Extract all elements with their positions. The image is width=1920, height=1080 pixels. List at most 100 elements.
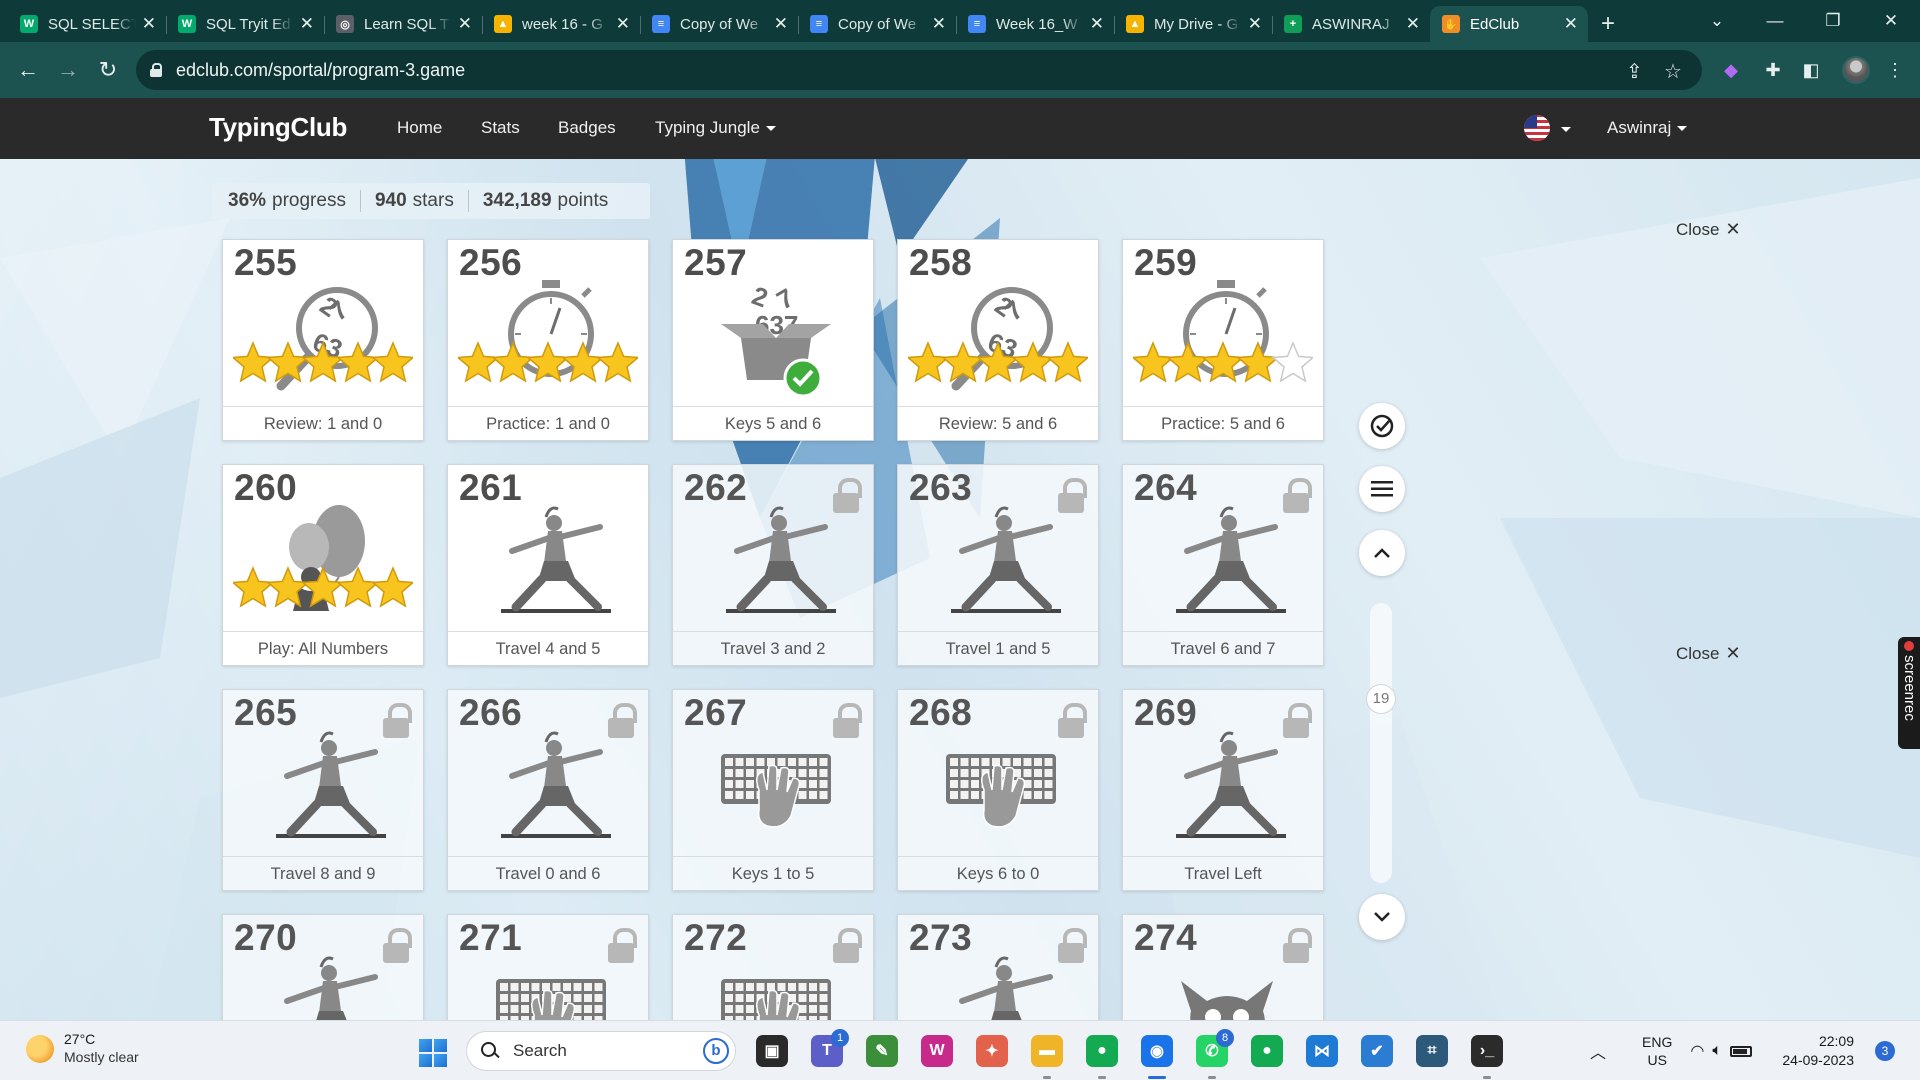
close-tab-icon[interactable]: ✕ [1564, 14, 1578, 34]
menu-button[interactable] [1359, 466, 1405, 512]
language-selector[interactable] [1523, 114, 1571, 147]
mysql-workbench-icon[interactable]: ⌗ [1416, 1035, 1448, 1067]
completed-filter-button[interactable] [1359, 403, 1405, 449]
vscode-icon[interactable]: ⋈ [1306, 1035, 1338, 1067]
lesson-card[interactable]: 263 Travel 1 and 5 [897, 464, 1099, 666]
wifi-icon[interactable]: ◠ [1690, 1041, 1704, 1061]
close-tab-icon[interactable]: ✕ [1406, 14, 1420, 34]
lesson-card[interactable]: 258 2 7 63 Review: 5 and 6 [897, 239, 1099, 441]
lesson-card[interactable]: 259 Practice: 5 and 6 [1122, 239, 1324, 441]
lesson-card[interactable]: 266 Travel 0 and 6 [447, 689, 649, 891]
lesson-card[interactable]: 257 2 7 637 Keys 5 and 6 [672, 239, 874, 441]
terminal-icon[interactable]: ›_ [1471, 1035, 1503, 1067]
browser-tab[interactable]: ≡ Copy of We ✕ [640, 6, 798, 42]
address-bar[interactable]: edclub.com/sportal/program-3.game ⇪ ☆ [136, 50, 1702, 90]
language-indicator[interactable]: ENG US [1642, 1033, 1672, 1069]
browser-tab[interactable]: ◎ Learn SQL T ✕ [324, 6, 482, 42]
windows-start-icon[interactable] [419, 1039, 447, 1067]
close-button[interactable]: Close ✕ [1676, 643, 1741, 664]
window-controls: ⌄ — ❐ ✕ [1688, 0, 1920, 42]
photo-app-icon[interactable]: ✎ [866, 1035, 898, 1067]
mongodb-compass-icon[interactable]: ● [1251, 1035, 1283, 1067]
nav-typing-jungle-dropdown[interactable]: Typing Jungle [655, 118, 776, 138]
restore-icon[interactable]: ❐ [1804, 11, 1862, 31]
close-tab-icon[interactable]: ✕ [458, 14, 472, 34]
bing-icon[interactable]: b [703, 1038, 729, 1064]
scroll-down-button[interactable] [1359, 894, 1405, 940]
lesson-card[interactable]: 262 Travel 3 and 2 [672, 464, 874, 666]
lesson-card[interactable]: 274 [1122, 914, 1324, 1020]
close-tab-icon[interactable]: ✕ [300, 14, 314, 34]
tray-overflow-chevron-icon[interactable]: ︿ [1590, 1039, 1606, 1063]
share-icon[interactable]: ⇪ [1626, 59, 1643, 84]
user-menu[interactable]: Aswinraj [1607, 118, 1688, 138]
browser-tab[interactable]: ▲ week 16 - G ✕ [482, 6, 640, 42]
yoga-illustration-icon [251, 951, 401, 1020]
lesson-card[interactable]: 270 [222, 914, 424, 1020]
lesson-card[interactable]: 269 Travel Left [1122, 689, 1324, 891]
browser-tab[interactable]: ≡ Copy of We ✕ [798, 6, 956, 42]
lesson-card[interactable]: 265 Travel 8 and 9 [222, 689, 424, 891]
close-tab-icon[interactable]: ✕ [1248, 14, 1262, 34]
browser-tab[interactable]: + ASWINRAJ ✕ [1272, 6, 1430, 42]
profile-avatar[interactable] [1842, 56, 1870, 84]
todo-icon[interactable]: ✔ [1361, 1035, 1393, 1067]
lesson-card[interactable]: 273 [897, 914, 1099, 1020]
screenrec-widget[interactable]: screenrec [1898, 637, 1920, 749]
browser-tab[interactable]: ≡ Week 16_W ✕ [956, 6, 1114, 42]
lesson-card[interactable]: 264 Travel 6 and 7 [1122, 464, 1324, 666]
task-view-icon[interactable]: ▣ [756, 1035, 788, 1067]
typingclub-logo[interactable]: TypingClub [209, 112, 347, 143]
notification-badge[interactable]: 3 [1875, 1041, 1895, 1061]
close-window-icon[interactable]: ✕ [1862, 11, 1920, 31]
file-explorer-icon[interactable]: ▬ [1031, 1035, 1063, 1067]
lesson-card[interactable]: 271 [447, 914, 649, 1020]
taskbar-clock[interactable]: 22:09 24-09-2023 [1774, 1032, 1854, 1070]
browser-tab[interactable]: ▲ My Drive - G ✕ [1114, 6, 1272, 42]
bookmark-star-icon[interactable]: ☆ [1664, 59, 1682, 84]
lesson-card[interactable]: 256 Practice: 1 and 0 [447, 239, 649, 441]
side-panel-icon[interactable]: ◧ [1800, 59, 1822, 81]
browser-menu-icon[interactable]: ⋮ [1884, 59, 1906, 81]
reload-icon[interactable]: ↻ [88, 50, 128, 90]
taskbar-search[interactable]: Search b [466, 1031, 736, 1071]
lesson-card[interactable]: 260 Play: All Numbers [222, 464, 424, 666]
nav-badges[interactable]: Badges [558, 118, 616, 138]
lesson-card[interactable]: 255 2 7 63 Review: 1 and 0 [222, 239, 424, 441]
lesson-card[interactable]: 268 Keys 6 to 0 [897, 689, 1099, 891]
lesson-card[interactable]: 272 [672, 914, 874, 1020]
tab-title: EdClub [1470, 15, 1520, 33]
nav-home[interactable]: Home [397, 118, 442, 138]
minimize-icon[interactable]: — [1746, 11, 1804, 31]
browser-tab[interactable]: ✋ EdClub ✕ [1430, 6, 1588, 42]
close-button[interactable]: Close ✕ [1676, 219, 1741, 240]
extensions-puzzle-icon[interactable]: ✚ [1762, 59, 1784, 81]
scroll-up-button[interactable] [1359, 530, 1405, 576]
forward-icon[interactable]: → [48, 50, 88, 90]
lesson-scroll-track[interactable] [1370, 603, 1392, 883]
battery-icon[interactable] [1729, 1045, 1752, 1057]
close-tab-icon[interactable]: ✕ [1090, 14, 1104, 34]
wps-icon[interactable]: W [921, 1035, 953, 1067]
close-tab-icon[interactable]: ✕ [774, 14, 788, 34]
close-tab-icon[interactable]: ✕ [932, 14, 946, 34]
tab-search-icon[interactable]: ⌄ [1688, 11, 1746, 31]
stars-count: 940 [374, 190, 407, 211]
lesson-card[interactable]: 261 Travel 4 and 5 [447, 464, 649, 666]
lesson-card[interactable]: 267 Keys 1 to 5 [672, 689, 874, 891]
close-tab-icon[interactable]: ✕ [142, 14, 156, 34]
lesson-scroll-thumb[interactable]: 19 [1366, 684, 1396, 714]
browser-tab[interactable]: W SQL SELECT ✕ [8, 6, 166, 42]
volume-icon[interactable]: 🔈︎ [1712, 1042, 1722, 1060]
chrome-icon[interactable]: ◉ [1141, 1035, 1173, 1067]
back-icon[interactable]: ← [8, 50, 48, 90]
browser-tab[interactable]: W SQL Tryit Ed ✕ [166, 6, 324, 42]
mongodb-icon[interactable]: ● [1086, 1035, 1118, 1067]
star-rating [231, 338, 415, 386]
close-tab-icon[interactable]: ✕ [616, 14, 630, 34]
pinwheel-app-icon[interactable]: ✦ [976, 1035, 1008, 1067]
copilot-extension-icon[interactable]: ◆ [1720, 59, 1742, 81]
new-tab-button[interactable]: + [1588, 6, 1628, 42]
nav-stats[interactable]: Stats [481, 118, 520, 138]
weather-widget[interactable]: 27°C Mostly clear [26, 1031, 139, 1065]
